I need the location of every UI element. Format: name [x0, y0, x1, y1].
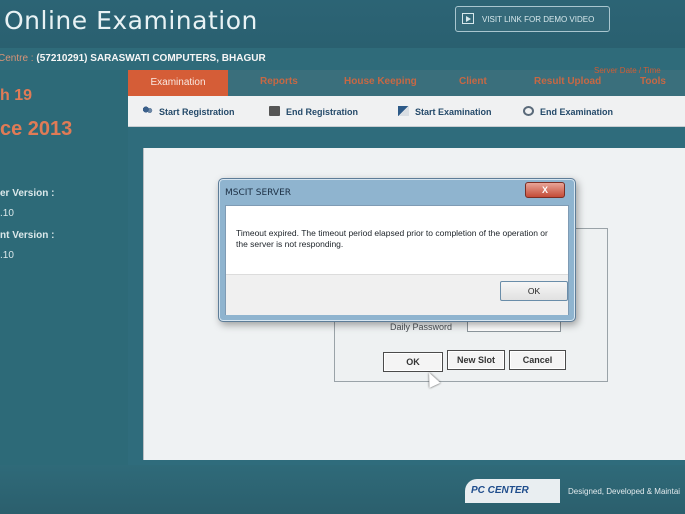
start-registration-label: Start Registration [159, 107, 235, 117]
month-text: h 19 [0, 87, 33, 104]
end-examination-button[interactable]: End Examination [523, 106, 613, 117]
server-version-value: .10 [0, 208, 14, 219]
menu-tools[interactable]: Tools [640, 76, 666, 87]
centre-info-bar: Centre : (57210291) SARASWATI COMPUTERS,… [0, 48, 685, 70]
examination-submenu: Start Registration End Registration Star… [128, 96, 685, 127]
daily-password-label: Daily Password [390, 322, 453, 332]
cancel-button[interactable]: Cancel [509, 350, 566, 370]
app-title: Online Examination [4, 6, 258, 35]
client-version-value: .10 [0, 250, 14, 261]
demo-video-link[interactable]: VISIT LINK FOR DEMO VIDEO [455, 6, 610, 32]
dialog-message: Timeout expired. The timeout period elap… [236, 228, 548, 249]
client-version-label: nt Version : [0, 230, 55, 241]
left-info-panel: h 19 ce 2013 er Version : .10 nt Version… [0, 70, 128, 465]
centre-value: (57210291) SARASWATI COMPUTERS, BHAGUR [36, 53, 266, 64]
new-slot-button[interactable]: New Slot [447, 350, 505, 370]
server-version-label: er Version : [0, 188, 55, 199]
since-text: ce 2013 [0, 118, 73, 140]
users-icon [142, 106, 153, 116]
dialog-title: MSCIT SERVER [225, 188, 292, 198]
end-examination-label: End Examination [540, 107, 614, 117]
menu-house-keeping[interactable]: House Keeping [344, 76, 417, 87]
start-registration-button[interactable]: Start Registration [142, 106, 235, 117]
server-date-label: Server Date / Time [594, 66, 661, 75]
app-header: Online Examination VISIT LINK FOR DEMO V… [0, 0, 685, 48]
server-error-dialog: MSCIT SERVER X Timeout expired. The time… [218, 178, 576, 322]
dialog-close-button[interactable]: X [525, 182, 565, 198]
centre-label: Centre : [0, 53, 34, 64]
end-registration-button[interactable]: End Registration [269, 106, 358, 117]
dialog-ok-button[interactable]: OK [500, 281, 568, 301]
video-icon [462, 13, 474, 24]
start-examination-label: Start Examination [415, 107, 492, 117]
menu-reports[interactable]: Reports [260, 76, 298, 87]
dialog-body: Timeout expired. The timeout period elap… [225, 205, 569, 315]
stop-icon [523, 106, 534, 116]
end-registration-label: End Registration [286, 107, 359, 117]
demo-link-label: VISIT LINK FOR DEMO VIDEO [482, 15, 595, 24]
menu-client[interactable]: Client [459, 76, 487, 87]
pc-center-logo: PC CENTER [465, 479, 560, 503]
app-footer: PC CENTER Designed, Developed & Maintai [0, 465, 685, 514]
dialog-footer: OK [226, 274, 568, 315]
start-examination-button[interactable]: Start Examination [398, 106, 492, 117]
exam-icon [398, 106, 409, 116]
designed-by-text: Designed, Developed & Maintai [568, 487, 681, 496]
menu-result-upload[interactable]: Result Upload [534, 76, 601, 87]
register-icon [269, 106, 280, 116]
menu-examination[interactable]: Examination [128, 70, 228, 96]
